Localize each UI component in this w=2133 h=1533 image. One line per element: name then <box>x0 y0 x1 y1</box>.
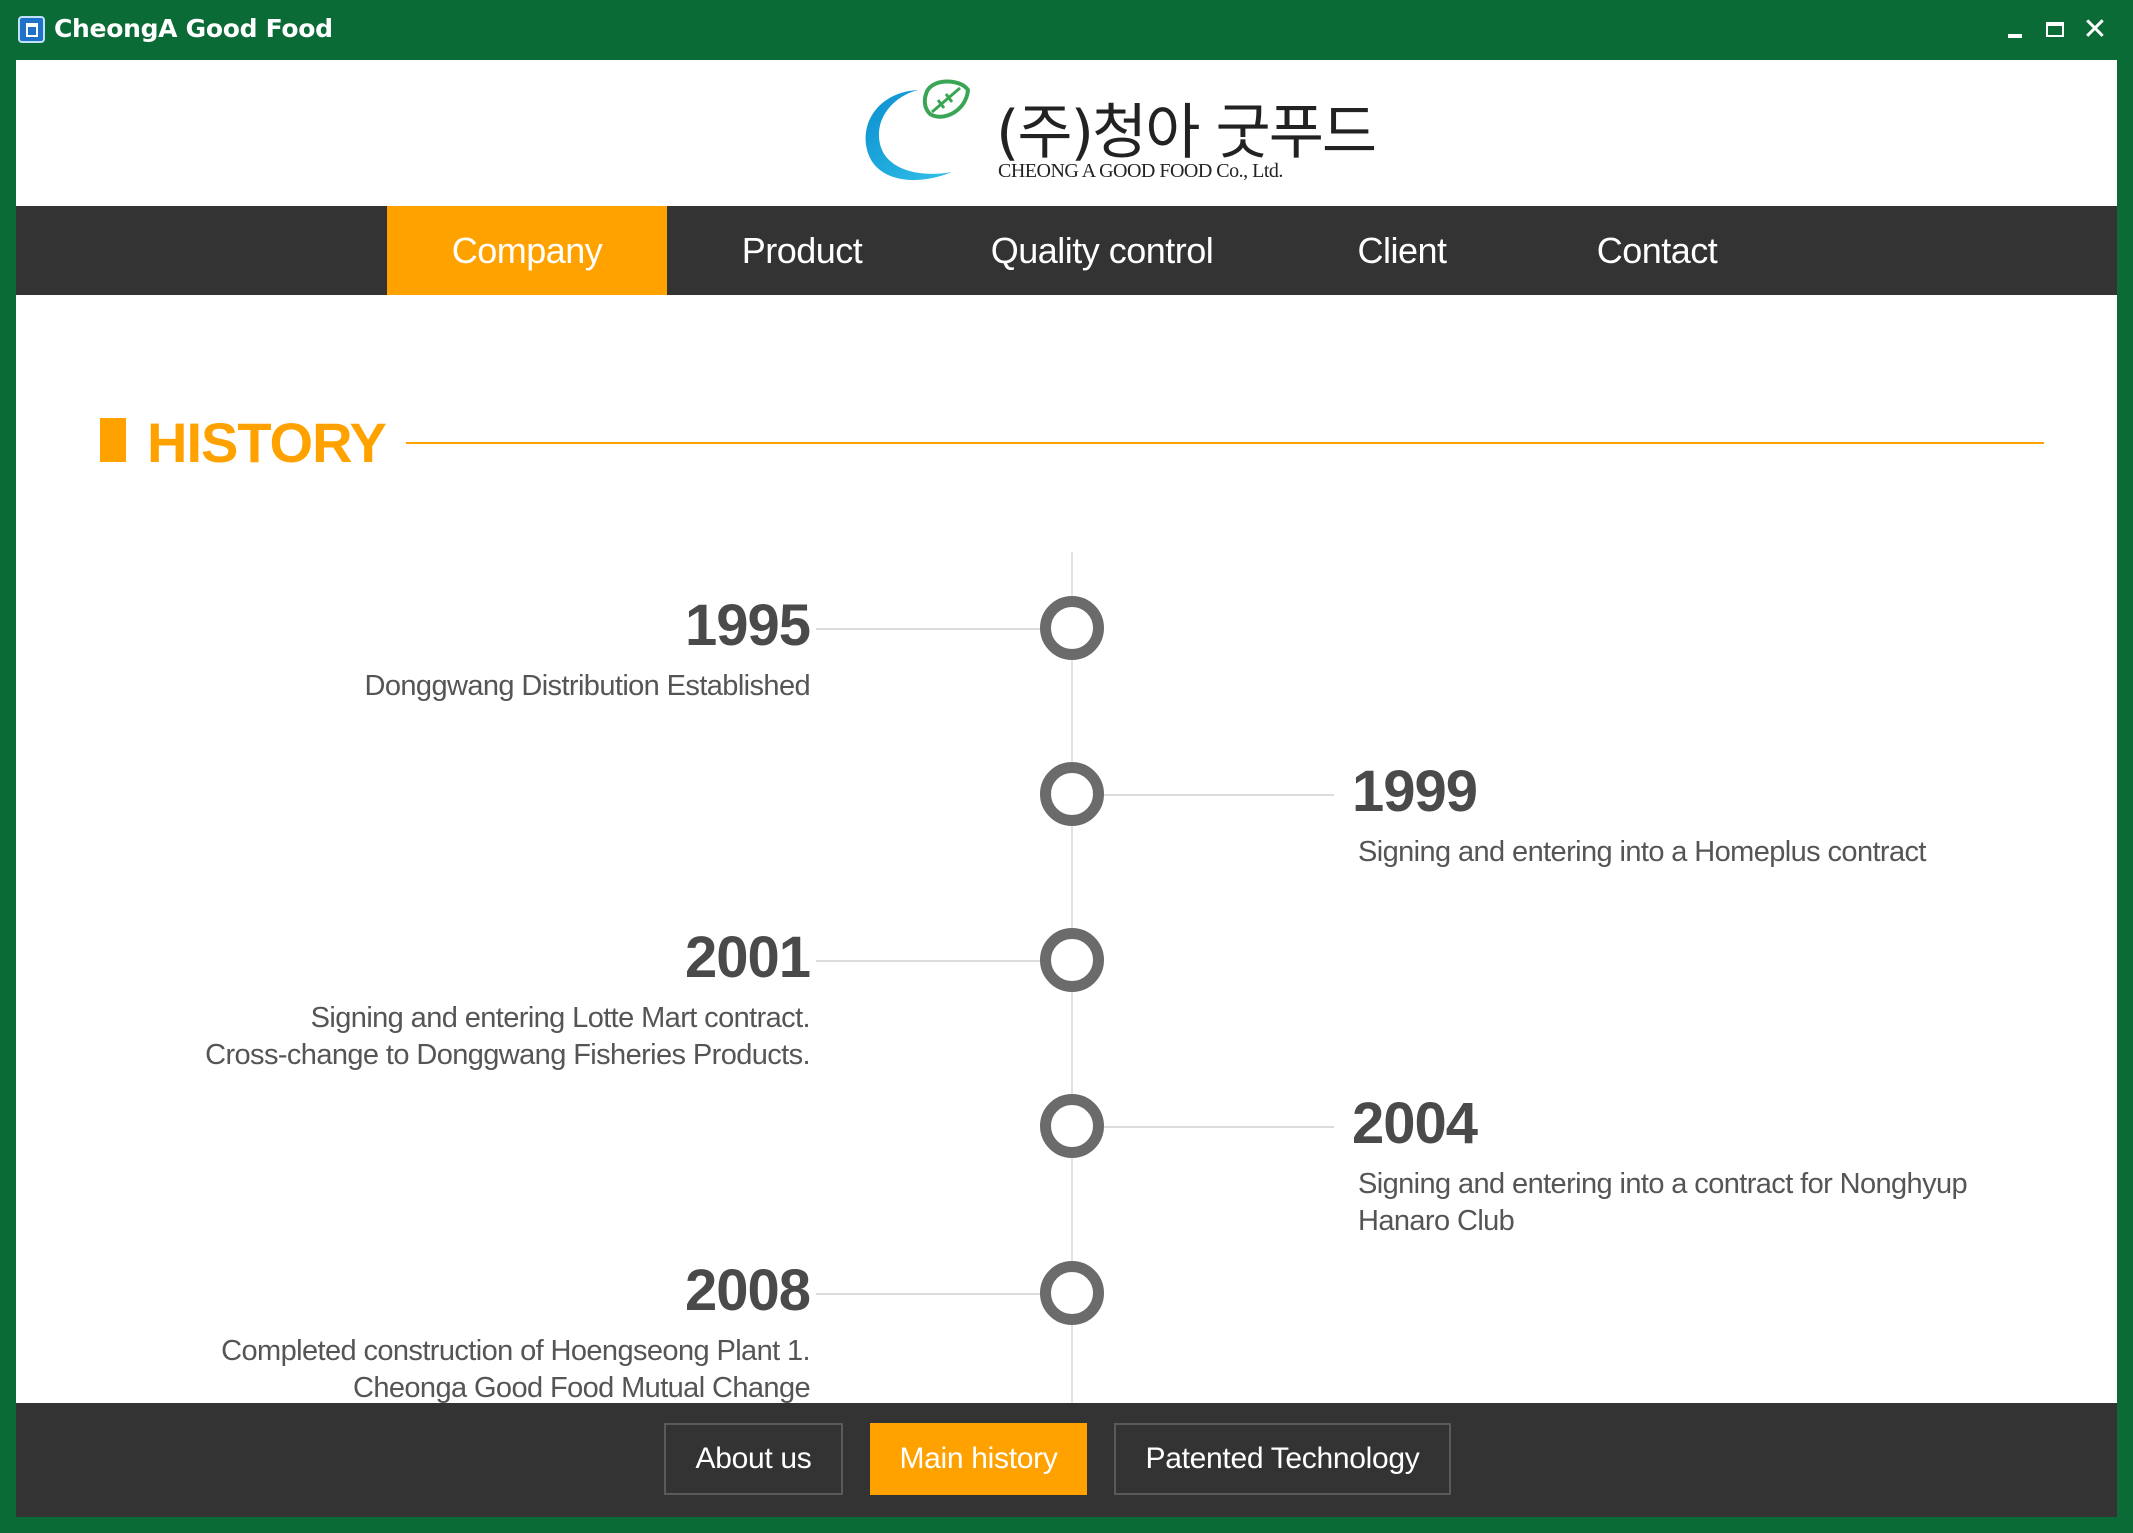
timeline-node <box>1040 762 1104 826</box>
company-logo[interactable]: (주)청아 굿푸드 CHEONG A GOOD FOOD Co., Ltd. <box>856 78 1377 190</box>
timeline-connector <box>816 960 1042 962</box>
timeline-description-line: Signing and entering into a Homeplus con… <box>1358 836 1926 868</box>
timeline-description-line: Hanaro Club <box>1358 1205 1515 1237</box>
timeline-connector <box>1104 1126 1334 1128</box>
site-header: (주)청아 굿푸드 CHEONG A GOOD FOOD Co., Ltd. <box>16 60 2117 206</box>
title-bar[interactable]: CheongA Good Food ✕ <box>0 0 2133 60</box>
nav-contact[interactable]: Contact <box>1537 206 1777 295</box>
logo-korean-text: (주)청아 굿푸드 <box>996 98 1377 168</box>
timeline-connector <box>1104 794 1334 796</box>
timeline-year: 2004 <box>1352 1091 1478 1156</box>
timeline-connector <box>816 628 1042 630</box>
timeline-year: 1999 <box>1352 759 1478 824</box>
timeline-node <box>1040 928 1104 992</box>
client-area: (주)청아 굿푸드 CHEONG A GOOD FOOD Co., Ltd. C… <box>16 60 2117 1517</box>
section-title: HISTORY <box>147 411 387 474</box>
main-history-button[interactable]: Main history <box>870 1423 1087 1495</box>
timeline-axis <box>1071 552 1073 1517</box>
maximize-button[interactable] <box>2038 12 2072 46</box>
section-marker <box>100 418 126 462</box>
nav-product[interactable]: Product <box>667 206 937 295</box>
timeline-description: Signing and entering into a contract for… <box>1358 1166 2078 1240</box>
main-nav: Company Product Quality control Client C… <box>16 206 2117 295</box>
patented-technology-button[interactable]: Patented Technology <box>1114 1423 1451 1495</box>
timeline-description-line: Signing and entering Lotte Mart contract… <box>310 1002 811 1034</box>
timeline-node <box>1040 1261 1104 1325</box>
app-window: CheongA Good Food ✕ (주)청아 굿푸드 CHEONG A G… <box>0 0 2133 1533</box>
timeline-description: Donggwang Distribution Established <box>156 668 811 705</box>
app-icon <box>18 16 45 43</box>
about-us-button[interactable]: About us <box>664 1423 843 1495</box>
timeline-description: Signing and entering into a Homeplus con… <box>1358 834 2058 871</box>
sub-nav-bar: About us Main history Patented Technolog… <box>16 1403 2117 1517</box>
timeline-description: Completed construction of Hoengseong Pla… <box>96 1333 810 1407</box>
nav-quality-control[interactable]: Quality control <box>937 206 1267 295</box>
timeline-year: 2001 <box>684 925 811 990</box>
timeline-connector <box>816 1293 1042 1295</box>
timeline-year: 1995 <box>684 593 811 658</box>
timeline-description: Signing and entering Lotte Mart contract… <box>96 1000 810 1074</box>
timeline-node <box>1040 1094 1104 1158</box>
leaf-swoosh-icon <box>865 79 971 181</box>
timeline-description-line: Donggwang Distribution Established <box>364 670 811 702</box>
minimize-icon <box>2008 34 2022 38</box>
timeline-node <box>1040 596 1104 660</box>
logo-english-text: CHEONG A GOOD FOOD Co., Ltd. <box>998 160 1283 182</box>
timeline-year: 2008 <box>684 1258 811 1323</box>
timeline-description-line: Cross-change to Donggwang Fisheries Prod… <box>205 1039 810 1071</box>
nav-client[interactable]: Client <box>1267 206 1537 295</box>
maximize-icon <box>2046 21 2064 37</box>
nav-company[interactable]: Company <box>387 206 667 295</box>
timeline-description-line: Signing and entering into a contract for… <box>1358 1168 1968 1200</box>
window-title: CheongA Good Food <box>54 14 333 43</box>
timeline-description-line: Cheonga Good Food Mutual Change <box>352 1372 811 1404</box>
section-divider <box>406 442 2044 444</box>
timeline-description-line: Completed construction of Hoengseong Pla… <box>221 1335 810 1367</box>
close-button[interactable]: ✕ <box>2078 12 2112 47</box>
minimize-button[interactable] <box>1998 12 2032 46</box>
